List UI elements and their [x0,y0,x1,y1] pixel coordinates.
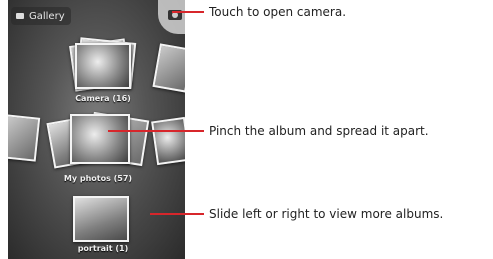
callout-camera: Touch to open camera. [172,5,346,19]
callout-line [150,213,204,215]
callout-pinch: Pinch the album and spread it apart. [108,124,429,138]
album-cover [70,114,130,164]
album-stack-portrait[interactable] [70,193,140,243]
album-label: portrait (1) [77,244,129,253]
gallery-home-button[interactable]: Gallery [11,7,71,25]
album-stack-camera[interactable] [68,37,138,92]
callout-text: Pinch the album and spread it apart. [209,124,429,138]
album-cover [73,196,129,242]
top-bar: Gallery [8,0,185,34]
album-stack-partial[interactable] [150,40,185,93]
callout-slide: Slide left or right to view more albums. [150,207,443,221]
app-title: Gallery [29,10,65,22]
callout-line [172,11,204,13]
callout-text: Slide left or right to view more albums. [209,207,444,221]
album-photo [152,43,185,93]
album-label: Camera (16) [75,94,131,103]
gallery-icon [16,13,24,19]
album-stack-partial[interactable] [148,115,185,166]
album-label: My photos (57) [63,174,133,183]
album-cover [75,43,131,89]
album-stack-my-photos[interactable] [46,110,150,170]
album-photo [8,114,41,162]
album-stack-partial[interactable] [8,112,42,162]
callout-text: Touch to open camera. [209,5,347,19]
callout-line [108,130,204,132]
